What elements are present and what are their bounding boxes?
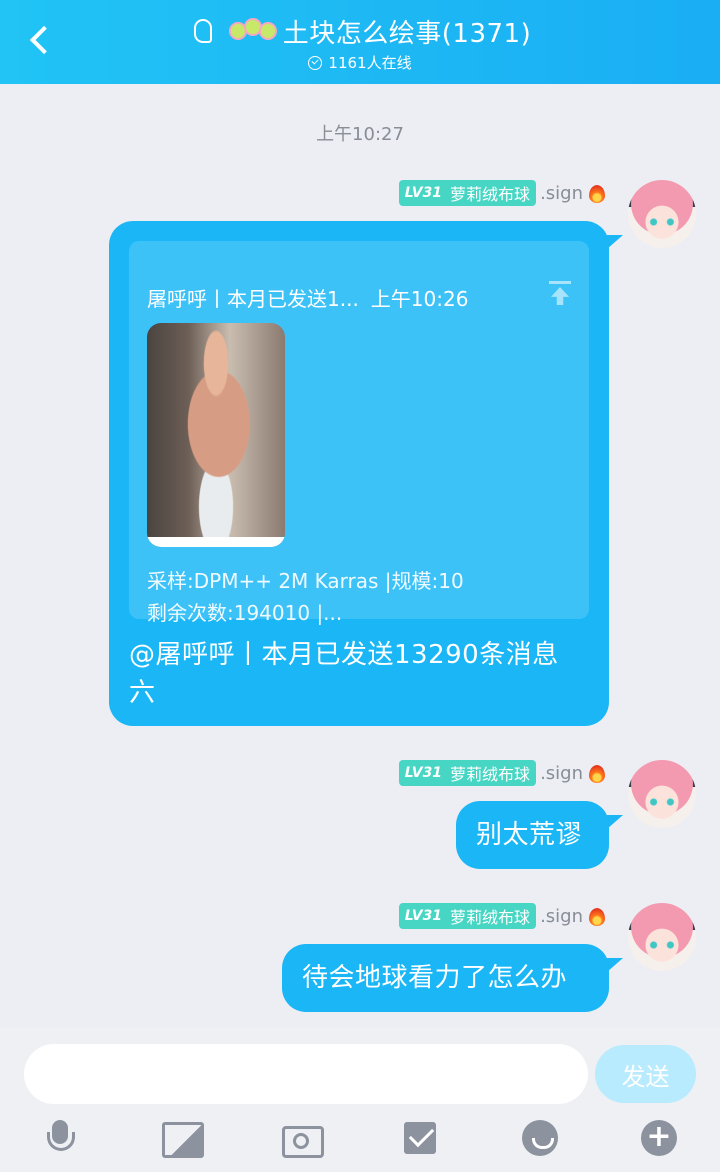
- message-text: 别太荒谬: [476, 820, 583, 850]
- online-count: 1161人在线: [328, 54, 412, 72]
- fire-icon: [586, 904, 608, 928]
- sender-info: LV31 萝莉绒布球 .sign: [398, 903, 608, 929]
- quoted-image[interactable]: [147, 323, 285, 547]
- quoted-message[interactable]: 屠呼呼丨本月已发送1... 上午10:26 采样:DPM++ 2M Karras …: [129, 241, 589, 625]
- level-label: LV31: [404, 185, 443, 201]
- sender-name: 萝莉绒布球: [450, 765, 531, 784]
- reply-line: @屠呼呼丨本月已发送13290条消息: [129, 640, 559, 670]
- level-label: LV31: [404, 765, 443, 781]
- message-text: @屠呼呼丨本月已发送13290条消息 六: [129, 636, 559, 712]
- level-badge: LV31 萝莉绒布球: [398, 760, 537, 786]
- level-badge: LV31 萝莉绒布球: [398, 180, 537, 206]
- image-icon[interactable]: [160, 1118, 204, 1158]
- bubble-tail: [607, 235, 623, 249]
- bubble-tail: [607, 815, 623, 829]
- group-title: 土块怎么绘事(1371): [282, 18, 532, 49]
- quote-line: 采样:DPM++ 2M Karras |规模:10: [147, 569, 464, 593]
- fire-icon: [586, 761, 608, 785]
- bubble-tail: [607, 958, 623, 972]
- input-bar: 发送: [0, 1028, 720, 1172]
- reply-line: 六: [129, 678, 156, 708]
- message-bubble[interactable]: 待会地球看力了怎么办: [282, 944, 623, 1012]
- input-toolbar: [0, 1118, 720, 1158]
- level-label: LV31: [404, 908, 443, 924]
- envelope-icon[interactable]: [400, 1118, 440, 1158]
- level-badge: LV31 萝莉绒布球: [398, 903, 537, 929]
- message-input[interactable]: [24, 1044, 588, 1104]
- quote-sender: 屠呼呼丨本月已发送1...: [147, 287, 359, 311]
- avatar[interactable]: [628, 760, 696, 828]
- send-button[interactable]: 发送: [595, 1045, 696, 1103]
- emoji-icon[interactable]: [520, 1118, 560, 1158]
- group-emoji-icon: [227, 16, 279, 46]
- jump-to-top-icon[interactable]: [549, 281, 571, 307]
- message-bubble[interactable]: 别太荒谬: [456, 801, 623, 869]
- quote-time: 上午10:26: [370, 287, 469, 311]
- quote-header: 屠呼呼丨本月已发送1... 上午10:26: [147, 283, 468, 312]
- quote-line: 剩余次数:194010 |...: [147, 601, 343, 625]
- camera-icon[interactable]: [280, 1118, 324, 1158]
- sender-sign: .sign: [540, 762, 583, 784]
- ear-icon[interactable]: [189, 16, 215, 46]
- avatar[interactable]: [628, 180, 696, 248]
- title-row[interactable]: 土块怎么绘事(1371): [0, 12, 720, 50]
- sender-name: 萝莉绒布球: [450, 908, 531, 927]
- sender-sign: .sign: [540, 182, 583, 204]
- message-text: 待会地球看力了怎么办: [302, 963, 568, 993]
- chat-header: 土块怎么绘事(1371) 1161人在线: [0, 0, 720, 84]
- online-check-icon: [308, 55, 323, 70]
- sender-info: LV31 萝莉绒布球 .sign: [398, 760, 608, 786]
- sender-name: 萝莉绒布球: [450, 185, 531, 204]
- avatar[interactable]: [628, 903, 696, 971]
- fire-icon: [586, 181, 608, 205]
- online-status[interactable]: 1161人在线: [0, 52, 720, 73]
- message-bubble[interactable]: 屠呼呼丨本月已发送1... 上午10:26 采样:DPM++ 2M Karras …: [109, 221, 623, 726]
- sender-sign: .sign: [540, 905, 583, 927]
- plus-icon[interactable]: [639, 1118, 679, 1158]
- mic-icon[interactable]: [41, 1118, 81, 1158]
- message-timestamp: 上午10:27: [316, 124, 404, 145]
- sender-info: LV31 萝莉绒布球 .sign: [398, 180, 608, 206]
